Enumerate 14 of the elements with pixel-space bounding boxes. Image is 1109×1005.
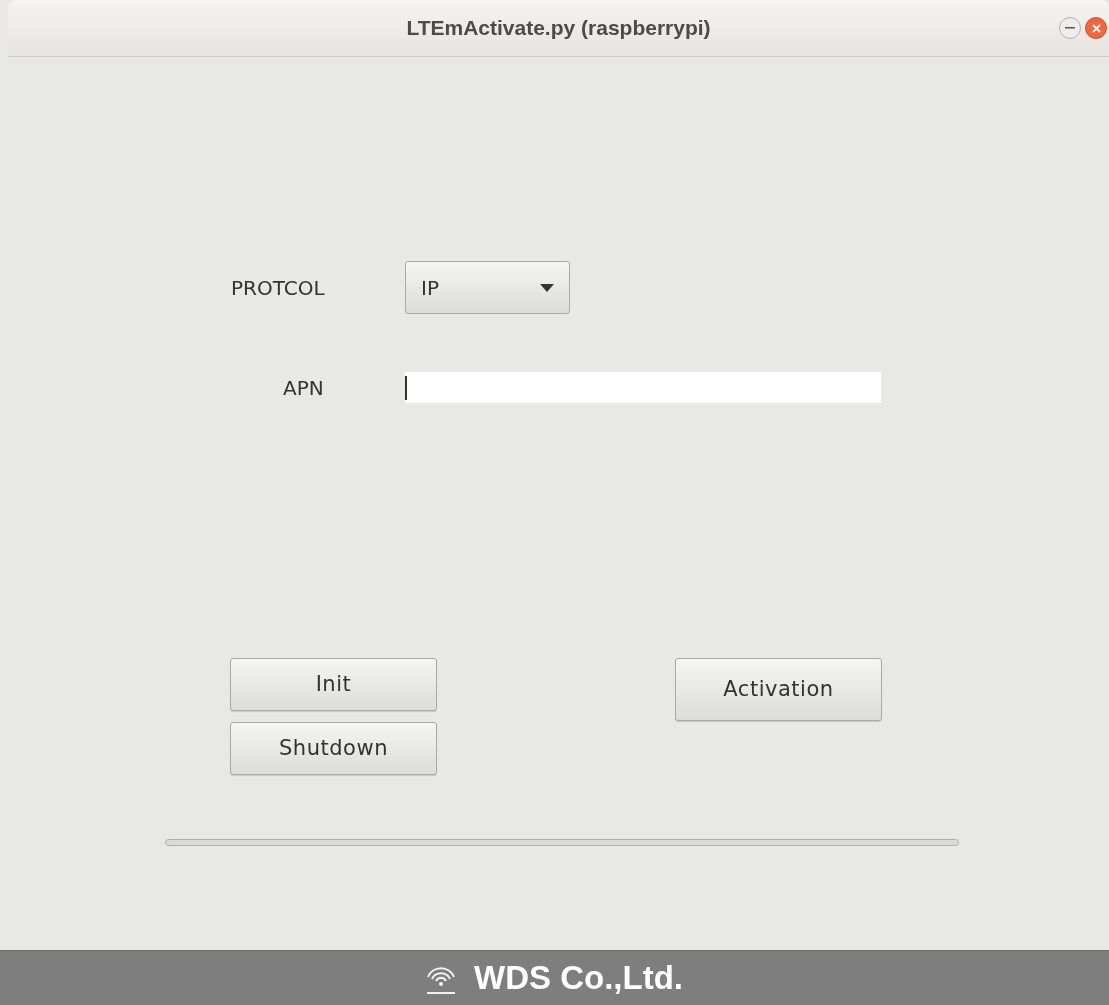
apn-label: APN bbox=[283, 374, 325, 402]
protocol-label: PROTCOL bbox=[231, 274, 326, 302]
apn-input[interactable] bbox=[405, 372, 881, 403]
close-button[interactable] bbox=[1085, 17, 1107, 39]
company-name: WDS Co.,Ltd. bbox=[474, 958, 683, 999]
minimize-icon bbox=[1065, 27, 1075, 29]
shutdown-button[interactable]: Shutdown bbox=[230, 722, 437, 775]
activation-button[interactable]: Activation bbox=[675, 658, 882, 721]
dropdown-arrow-icon bbox=[540, 283, 554, 292]
close-icon bbox=[1091, 23, 1101, 33]
minimize-button[interactable] bbox=[1059, 17, 1081, 39]
init-button[interactable]: Init bbox=[230, 658, 437, 711]
window-title: LTEmActivate.py (raspberrypi) bbox=[406, 15, 711, 42]
protocol-dropdown[interactable]: IP bbox=[405, 261, 570, 314]
